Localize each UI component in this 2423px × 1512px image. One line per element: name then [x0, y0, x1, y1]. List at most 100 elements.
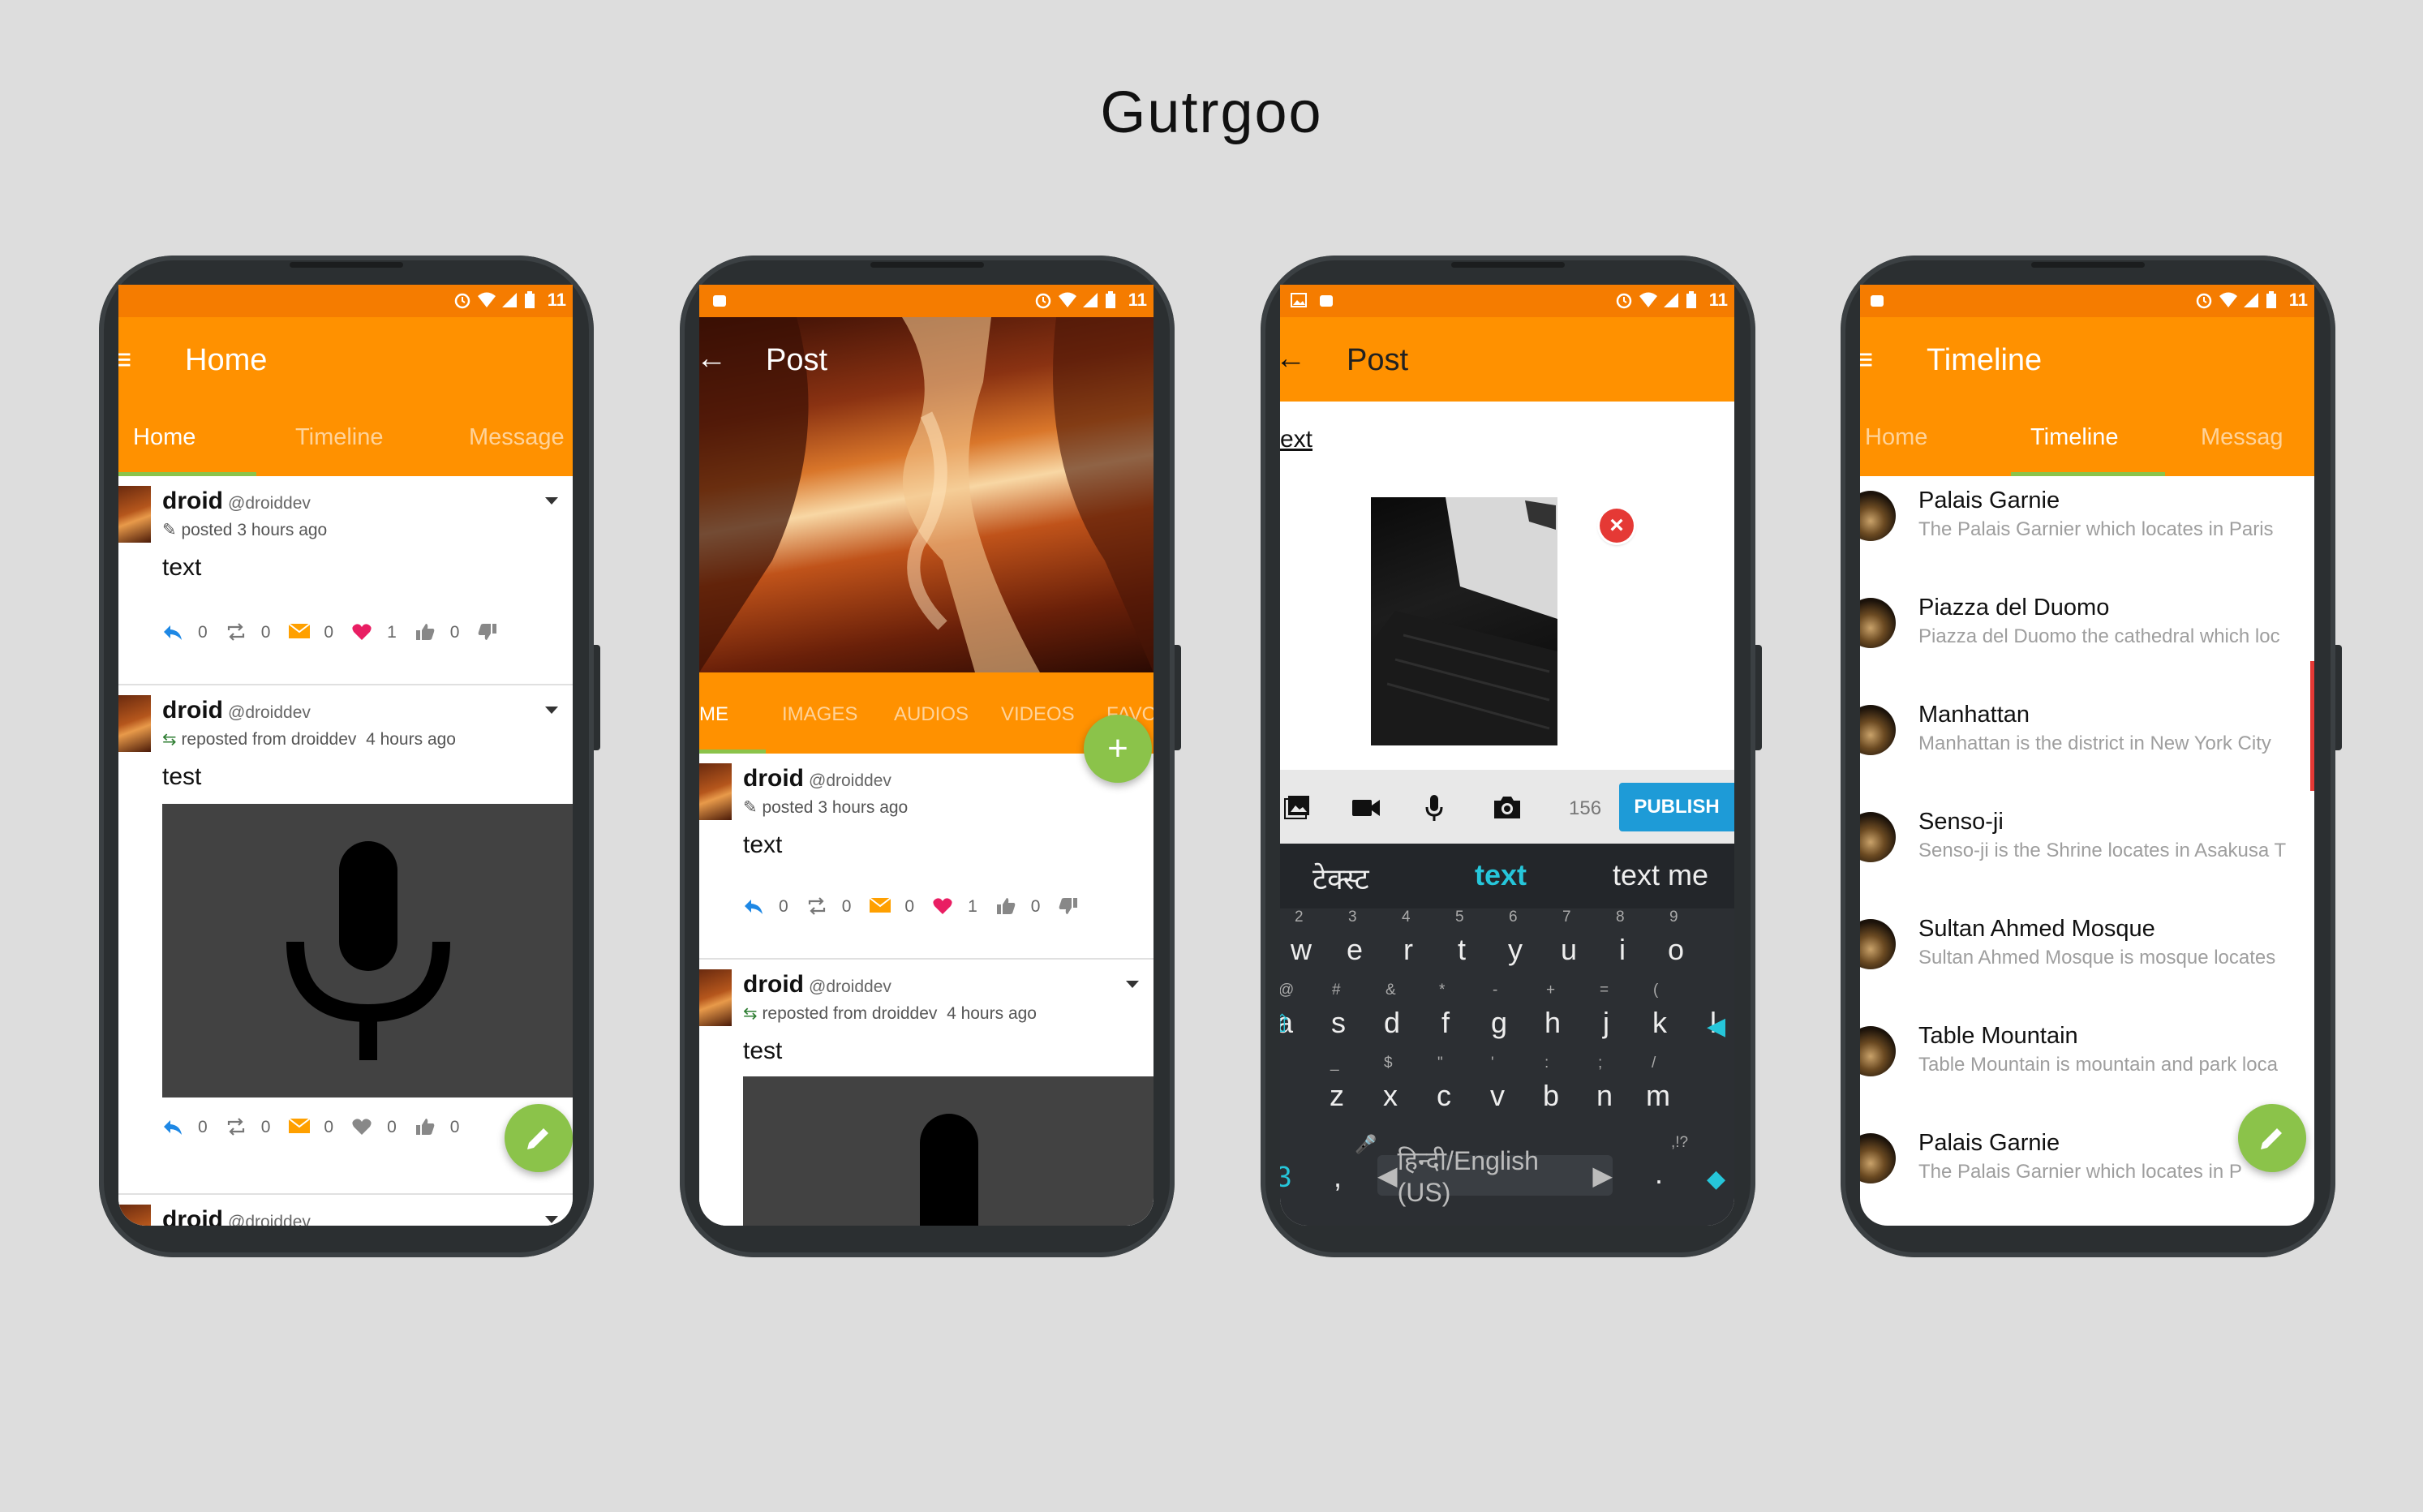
mail-icon[interactable] — [288, 622, 312, 643]
post-author[interactable]: droid — [162, 697, 223, 724]
list-item[interactable]: Sultan Ahmed Mosque Sultan Ahmed Mosque i… — [1860, 904, 2314, 1012]
key-k[interactable]: (k — [1643, 982, 1676, 1040]
comma-key[interactable]: , — [1334, 1160, 1342, 1194]
suggestion-1[interactable]: टेक्स्ट — [1312, 858, 1369, 898]
compose-button[interactable] — [505, 1104, 573, 1172]
key-h[interactable]: + h — [1536, 982, 1569, 1040]
period-key[interactable]: . — [1655, 1157, 1663, 1191]
repost-icon[interactable] — [806, 896, 831, 917]
key-y[interactable]: 6y — [1499, 908, 1532, 967]
tab-timeline[interactable]: Timeline — [2030, 424, 2119, 451]
post-author[interactable]: droid — [162, 1206, 223, 1226]
heart-icon[interactable] — [351, 622, 376, 643]
avatar[interactable] — [118, 486, 151, 543]
backspace-key[interactable]: ◀ — [1707, 1012, 1725, 1041]
audio-media[interactable] — [162, 804, 573, 1097]
post-card[interactable]: droid @droiddev ✎ posted 3 hours ago text… — [699, 754, 1154, 960]
post-card[interactable]: droid @droiddev ⇆ reposted from droiddev … — [699, 960, 1154, 1226]
key-t[interactable]: 5t — [1446, 908, 1478, 967]
repost-icon[interactable] — [226, 622, 250, 643]
back-arrow-icon[interactable]: ← — [699, 341, 727, 376]
reply-icon[interactable] — [162, 1117, 187, 1138]
chevron-down-icon[interactable] — [545, 707, 558, 714]
tab-message[interactable]: Message — [469, 424, 565, 451]
chevron-down-icon[interactable] — [545, 497, 558, 505]
avatar[interactable] — [118, 1205, 151, 1226]
list-item[interactable]: Palais Garnie The Palais Garnier which lo… — [1860, 476, 2314, 583]
menu-icon[interactable]: ≡ — [118, 345, 131, 376]
tab-home[interactable]: Home — [133, 424, 195, 451]
remove-image-icon[interactable]: × — [1600, 509, 1634, 543]
key-m[interactable]: / m — [1642, 1055, 1674, 1113]
thumbs-down-icon[interactable] — [477, 622, 501, 643]
post-author[interactable]: droid — [743, 765, 804, 792]
key-z[interactable]: _ z — [1321, 1055, 1353, 1113]
camera-icon[interactable] — [1493, 794, 1522, 824]
suggestion-2[interactable]: text — [1475, 858, 1527, 892]
thumbs-down-icon[interactable] — [1058, 896, 1082, 917]
key-o[interactable]: 9o — [1660, 908, 1692, 967]
key-f[interactable]: * f — [1429, 982, 1462, 1040]
post-text-input[interactable]: ext — [1280, 426, 1312, 453]
post-author[interactable]: droid — [162, 488, 223, 514]
symbols-key[interactable]: 3 — [1280, 1160, 1291, 1194]
mail-icon[interactable] — [288, 1117, 312, 1138]
key-x[interactable]: $ x — [1374, 1055, 1407, 1113]
thumbs-up-icon[interactable] — [415, 1117, 439, 1138]
tab-message[interactable]: Messag — [2201, 424, 2283, 451]
key-n[interactable]: ; n — [1588, 1055, 1621, 1113]
key-b[interactable]: :b — [1535, 1055, 1567, 1113]
repost-icon[interactable] — [226, 1117, 250, 1138]
back-arrow-icon[interactable]: ← — [1280, 341, 1306, 376]
reply-icon[interactable] — [743, 896, 767, 917]
list-item[interactable]: Manhattan Manhattan is the district in Ne… — [1860, 690, 2314, 797]
heart-icon[interactable] — [351, 1117, 376, 1138]
key-w[interactable]: 2w — [1285, 908, 1317, 967]
key-c[interactable]: " c — [1428, 1055, 1460, 1113]
tab-audios[interactable]: AUDIOS — [894, 703, 969, 726]
video-icon[interactable] — [1351, 797, 1381, 823]
tab-videos[interactable]: VIDEOS — [1001, 703, 1075, 726]
menu-icon[interactable]: ≡ — [1860, 345, 1873, 376]
publish-button[interactable]: PUBLISH — [1619, 783, 1734, 831]
tab-home[interactable]: ME — [699, 703, 728, 726]
key-r[interactable]: 4r — [1392, 908, 1424, 967]
compose-button[interactable] — [2238, 1104, 2306, 1172]
reply-icon[interactable] — [162, 622, 187, 643]
key-i[interactable]: 8i — [1606, 908, 1639, 967]
gallery-icon[interactable] — [1283, 794, 1311, 824]
list-item[interactable]: Table Mountain Table Mountain is mountain… — [1860, 1012, 2314, 1119]
microphone-icon[interactable] — [1424, 794, 1444, 826]
post-card[interactable]: droid @droiddev ✎ posted 3 hours ago text… — [118, 476, 573, 685]
tab-timeline[interactable]: Timeline — [295, 424, 384, 451]
key-v[interactable]: ' v — [1481, 1055, 1514, 1113]
key-d[interactable]: & d — [1376, 982, 1408, 1040]
tab-images[interactable]: IMAGES — [782, 703, 857, 726]
key-j[interactable]: = j — [1590, 982, 1622, 1040]
thumbs-up-icon[interactable] — [415, 622, 439, 643]
key-g[interactable]: -g — [1483, 982, 1515, 1040]
post-author[interactable]: droid — [743, 971, 804, 998]
avatar[interactable] — [699, 969, 732, 1026]
add-button[interactable]: + — [1084, 715, 1152, 783]
shift-key[interactable]: ⇧ — [1280, 1010, 1292, 1038]
audio-media[interactable] — [743, 1076, 1154, 1226]
post-card[interactable]: droid @droiddev ⇆ reposted from droiddev … — [118, 685, 573, 1195]
mail-icon[interactable] — [869, 896, 893, 917]
key-u[interactable]: 7u — [1553, 908, 1585, 967]
enter-key[interactable]: ◆ — [1707, 1165, 1725, 1193]
suggestion-3[interactable]: text me — [1613, 858, 1708, 892]
tab-home[interactable]: Home — [1865, 424, 1927, 451]
key-s[interactable]: # s — [1322, 982, 1355, 1040]
heart-icon[interactable] — [932, 896, 956, 917]
list-item[interactable]: Piazza del Duomo Piazza del Duomo the cat… — [1860, 583, 2314, 690]
space-bar[interactable]: ◀ हिन्दी/English (US) ▶ — [1377, 1146, 1613, 1207]
avatar[interactable] — [118, 695, 151, 752]
key-e[interactable]: 3e — [1338, 908, 1371, 967]
chevron-down-icon[interactable] — [1126, 981, 1139, 988]
avatar[interactable] — [699, 763, 732, 820]
post-card[interactable]: droid @droiddev — [118, 1195, 573, 1226]
thumbs-up-icon[interactable] — [995, 896, 1020, 917]
attached-image[interactable] — [1371, 497, 1557, 745]
list-item[interactable]: Senso-ji Senso-ji is the Shrine locates i… — [1860, 797, 2314, 904]
